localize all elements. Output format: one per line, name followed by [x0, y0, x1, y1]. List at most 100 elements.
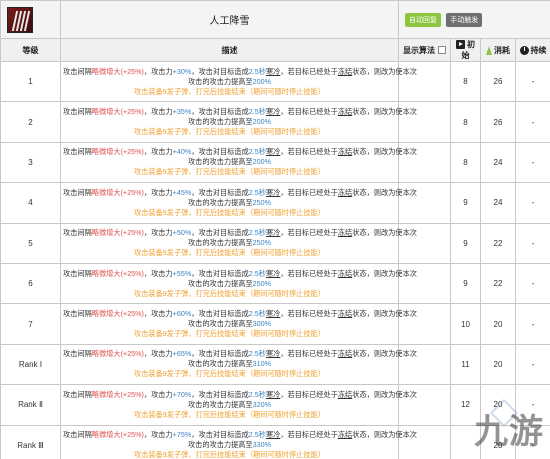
- description-cell: 攻击间隔略微增大(+25%)，攻击力+50%，攻击对目标造成2.5秒寒冷，若目标…: [60, 222, 417, 264]
- description-cell: 攻击间隔略微增大(+25%)，攻击力+60%，攻击对目标造成2.5秒寒冷，若目标…: [60, 303, 417, 345]
- initial-cell: 9: [450, 182, 481, 224]
- term-cold[interactable]: 寒冷: [266, 430, 280, 439]
- table-row: 5 攻击间隔略微增大(+25%)，攻击力+50%，攻击对目标造成2.5秒寒冷，若目…: [0, 222, 550, 264]
- desc-line-2: 攻击的攻击力提高至330%: [187, 440, 272, 450]
- col-description: 描述: [60, 38, 399, 62]
- desc-line-2: 攻击的攻击力提高至250%: [187, 197, 272, 207]
- desc-line-1: 攻击间隔略微增大(+25%)，攻击力+60%，攻击对目标造成2.5秒寒冷，若目标…: [63, 309, 417, 319]
- col-cost: 消耗: [480, 38, 516, 62]
- term-cold[interactable]: 寒冷: [266, 390, 280, 399]
- term-cold[interactable]: 寒冷: [266, 269, 280, 278]
- table-row: 1 攻击间隔略微增大(+25%)，攻击力+30%，攻击对目标造成2.5秒寒冷，若目…: [0, 60, 550, 103]
- duration-cell: -: [514, 222, 550, 264]
- desc-line-3: 攻击装备9发子弹，打完后技能结束（期间可随时停止技能）: [134, 207, 325, 217]
- desc-line-3: 攻击装备9发子弹，打完后技能结束（期间可随时停止技能）: [134, 127, 325, 137]
- col-duration-label: 持续: [530, 45, 547, 55]
- desc-line-3: 攻击装备9发子弹，打完后技能结束（期间可随时停止技能）: [134, 329, 325, 339]
- desc-line-2: 攻击的攻击力提高至200%: [187, 117, 272, 127]
- term-frozen[interactable]: 冻结: [338, 228, 352, 237]
- description-cell: 攻击间隔略微增大(+25%)，攻击力+35%，攻击对目标造成2.5秒寒冷，若目标…: [60, 101, 417, 143]
- level-cell: 2: [0, 101, 61, 143]
- desc-line-2: 攻击的攻击力提高至250%: [187, 238, 272, 248]
- term-frozen[interactable]: 冻结: [338, 390, 352, 399]
- desc-line-2: 攻击的攻击力提高至200%: [187, 157, 272, 167]
- play-icon: [456, 40, 465, 50]
- table-row: 7 攻击间隔略微增大(+25%)，攻击力+60%，攻击对目标造成2.5秒寒冷，若目…: [0, 303, 550, 345]
- table-row: 2 攻击间隔略微增大(+25%)，攻击力+35%，攻击对目标造成2.5秒寒冷，若目…: [0, 101, 550, 143]
- level-cell: Rank Ⅲ: [0, 424, 61, 459]
- skill-table: 人工降雪 自动回复 手动触发 等级 描述 显示算法 初始 消耗 持续 1 攻击间隔…: [0, 0, 550, 459]
- desc-line-1: 攻击间隔略微增大(+25%)，攻击力+50%，攻击对目标造成2.5秒寒冷，若目标…: [63, 228, 417, 238]
- col-show-formula[interactable]: 显示算法: [398, 38, 451, 62]
- table-row: 6 攻击间隔略微增大(+25%)，攻击力+55%，攻击对目标造成2.5秒寒冷，若目…: [0, 262, 550, 305]
- cost-cell: 20: [480, 343, 516, 386]
- level-cell: Rank Ⅰ: [0, 343, 61, 386]
- term-cold[interactable]: 寒冷: [266, 147, 280, 156]
- desc-line-2: 攻击的攻击力提高至310%: [187, 359, 272, 369]
- term-cold[interactable]: 寒冷: [266, 188, 280, 197]
- duration-cell: -: [514, 141, 550, 184]
- skill-header-row: 人工降雪 自动回复 手动触发: [0, 0, 550, 39]
- description-cell: 攻击间隔略微增大(+25%)，攻击力+45%，攻击对目标造成2.5秒寒冷，若目标…: [60, 182, 417, 224]
- level-cell: 4: [0, 182, 61, 224]
- level-cell: 6: [0, 262, 61, 305]
- term-cold[interactable]: 寒冷: [266, 107, 280, 116]
- term-cold[interactable]: 寒冷: [266, 228, 280, 237]
- desc-line-1: 攻击间隔略微增大(+25%)，攻击力+75%，攻击对目标造成2.5秒寒冷，若目标…: [63, 430, 417, 440]
- desc-line-3: 攻击装备9发子弹，打完后技能结束（期间可随时停止技能）: [134, 450, 325, 459]
- term-frozen[interactable]: 冻结: [338, 147, 352, 156]
- table-row: 3 攻击间隔略微增大(+25%)，攻击力+40%，攻击对目标造成2.5秒寒冷，若目…: [0, 141, 550, 184]
- description-cell: 攻击间隔略微增大(+25%)，攻击力+40%，攻击对目标造成2.5秒寒冷，若目标…: [60, 141, 417, 184]
- initial-cell: 9: [450, 222, 481, 264]
- table-row: 4 攻击间隔略微增大(+25%)，攻击力+45%，攻击对目标造成2.5秒寒冷，若目…: [0, 182, 550, 224]
- desc-line-1: 攻击间隔略微增大(+25%)，攻击力+65%，攻击对目标造成2.5秒寒冷，若目标…: [63, 349, 417, 359]
- column-header-row: 等级 描述 显示算法 初始 消耗 持续: [0, 38, 550, 62]
- initial-cell: 8: [450, 101, 481, 143]
- term-frozen[interactable]: 冻结: [338, 349, 352, 358]
- cost-cell: 26: [480, 101, 516, 143]
- desc-line-3: 攻击装备9发子弹，打完后技能结束（期间可随时停止技能）: [134, 167, 325, 177]
- desc-line-3: 攻击装备9发子弹，打完后技能结束（期间可随时停止技能）: [134, 248, 325, 258]
- duration-cell: -: [514, 262, 550, 305]
- desc-line-3: 攻击装备9发子弹，打完后技能结束（期间可随时停止技能）: [134, 288, 325, 298]
- skill-icon-cell: [0, 0, 61, 39]
- term-frozen[interactable]: 冻结: [338, 107, 352, 116]
- term-frozen[interactable]: 冻结: [338, 269, 352, 278]
- show-formula-label: 显示算法: [403, 45, 435, 55]
- duration-cell: -: [514, 303, 550, 345]
- term-cold[interactable]: 寒冷: [266, 67, 280, 76]
- desc-line-1: 攻击间隔略微增大(+25%)，攻击力+55%，攻击对目标造成2.5秒寒冷，若目标…: [63, 268, 417, 278]
- desc-line-2: 攻击的攻击力提高至250%: [187, 278, 272, 288]
- cost-cell: 20: [480, 303, 516, 345]
- show-formula-checkbox[interactable]: [438, 46, 446, 55]
- col-cost-label: 消耗: [494, 45, 510, 55]
- skill-name: 人工降雪: [209, 16, 250, 27]
- desc-line-3: 攻击装备9发子弹，打完后技能结束（期间可随时停止技能）: [134, 409, 325, 419]
- energy-icon: [486, 45, 492, 55]
- duration-cell: -: [514, 182, 550, 224]
- initial-cell: 11: [450, 343, 481, 386]
- description-cell: 攻击间隔略微增大(+25%)，攻击力+70%，攻击对目标造成2.5秒寒冷，若目标…: [60, 384, 417, 426]
- level-cell: 1: [0, 60, 61, 103]
- cost-cell: 22: [480, 222, 516, 264]
- initial-cell: 8: [450, 60, 481, 103]
- description-cell: 攻击间隔略微增大(+25%)，攻击力+55%，攻击对目标造成2.5秒寒冷，若目标…: [60, 262, 417, 305]
- tag-auto-recovery: 自动回复: [405, 12, 441, 27]
- clock-icon: [519, 45, 529, 55]
- term-frozen[interactable]: 冻结: [338, 309, 352, 318]
- desc-line-2: 攻击的攻击力提高至200%: [187, 76, 272, 86]
- cost-cell: 22: [480, 262, 516, 305]
- term-frozen[interactable]: 冻结: [338, 67, 352, 76]
- col-level: 等级: [0, 38, 61, 62]
- col-initial: 初始: [450, 38, 481, 62]
- watermark-text: 九游: [474, 413, 544, 451]
- term-frozen[interactable]: 冻结: [338, 430, 352, 439]
- desc-line-1: 攻击间隔略微增大(+25%)，攻击力+40%，攻击对目标造成2.5秒寒冷，若目标…: [63, 147, 417, 157]
- term-cold[interactable]: 寒冷: [266, 349, 280, 358]
- duration-cell: -: [514, 60, 550, 103]
- col-duration: 持续: [514, 38, 550, 62]
- desc-line-3: 攻击装备9发子弹，打完后技能结束（期间可随时停止技能）: [134, 86, 325, 96]
- term-cold[interactable]: 寒冷: [266, 309, 280, 318]
- skill-icon: [7, 6, 33, 33]
- term-frozen[interactable]: 冻结: [338, 188, 352, 197]
